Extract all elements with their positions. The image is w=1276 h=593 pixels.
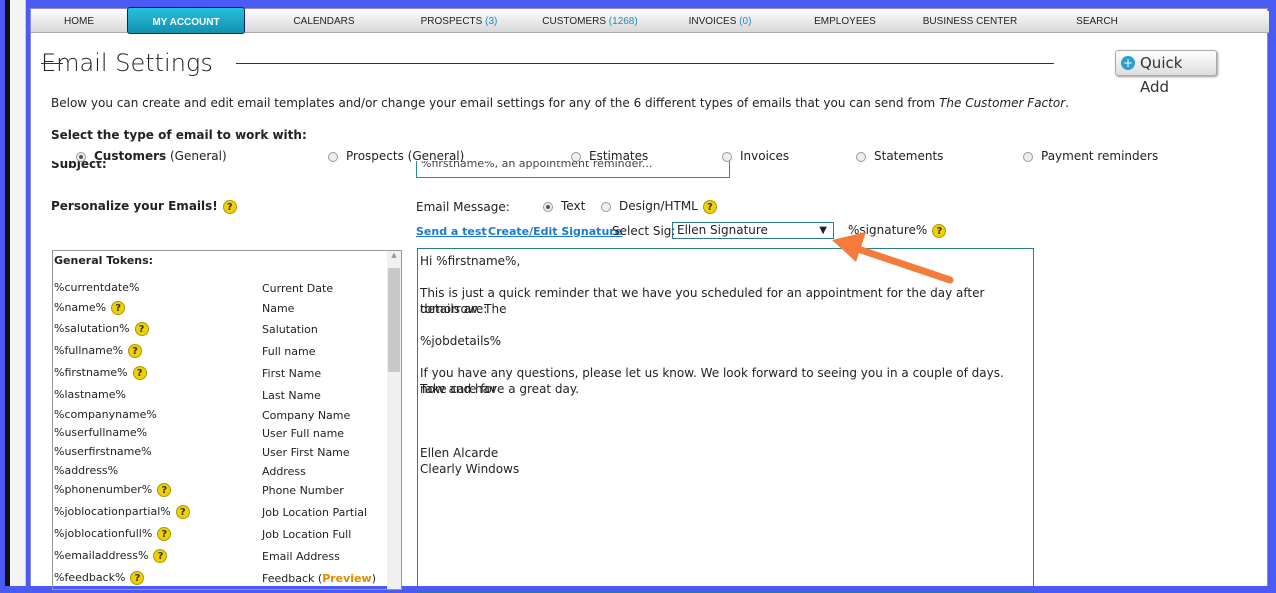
annotation-arrow — [832, 232, 954, 284]
